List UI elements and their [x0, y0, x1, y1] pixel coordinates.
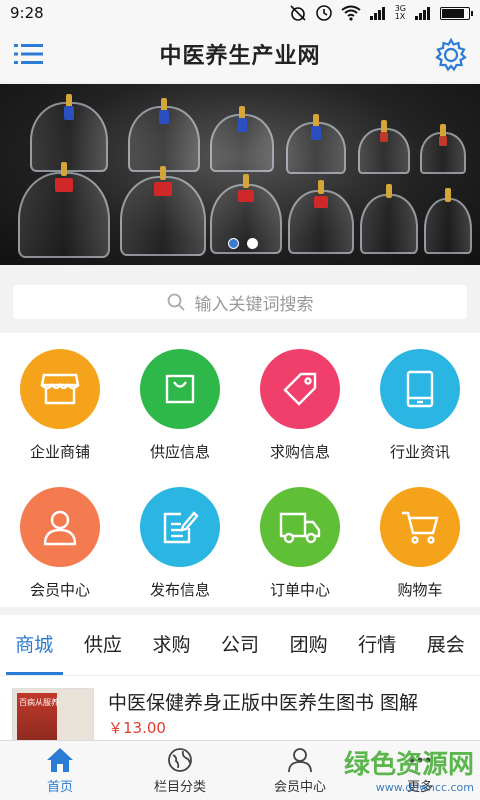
- app-header: 中医养生产业网: [0, 26, 480, 82]
- carousel-dot-active[interactable]: [228, 238, 239, 249]
- cupping-cup-image: [358, 120, 410, 174]
- alarm-off-icon: [290, 5, 306, 21]
- list-item[interactable]: 百病从服养 中医保健养身正版中医养生图书 图解 ￥13.00: [0, 675, 480, 741]
- user-icon: [288, 747, 312, 772]
- search-placeholder: 输入关键词搜索: [194, 294, 314, 315]
- tag-icon: [283, 372, 317, 406]
- search-section: 输入关键词搜索: [0, 267, 480, 333]
- category-icon: [168, 747, 192, 772]
- cupping-cup-image: [120, 166, 206, 256]
- grid-item-enterprise-shop[interactable]: 企业商铺: [0, 349, 120, 462]
- tablet-icon: [406, 370, 434, 408]
- cupping-cup-image: [18, 162, 110, 258]
- page-title: 中医养生产业网: [159, 44, 321, 69]
- battery-icon: [440, 6, 473, 20]
- signal-icon: [369, 7, 385, 20]
- category-grid: 企业商铺 供应信息 求购信息 行业资讯 会员中心 发布信息 订单中心 购物车: [0, 333, 480, 607]
- wifi-icon: [341, 5, 361, 21]
- grid-item-cart[interactable]: 购物车: [360, 487, 480, 600]
- bottom-nav-category[interactable]: 栏目分类: [120, 741, 240, 800]
- grid-item-orders[interactable]: 订单中心: [240, 487, 360, 600]
- category-tabs: 商城 供应 求购 公司 团购 行情 展会: [0, 615, 480, 675]
- store-icon: [40, 373, 80, 405]
- grid-item-member-center[interactable]: 会员中心: [0, 487, 120, 600]
- tab-company[interactable]: 公司: [206, 615, 275, 675]
- gear-icon: [435, 38, 467, 72]
- search-icon: [167, 293, 185, 311]
- cupping-cup-image: [360, 184, 418, 254]
- tab-purchase[interactable]: 求购: [137, 615, 206, 675]
- clock-icon: [315, 5, 332, 21]
- product-name: 中医保健养身正版中医养生图书 图解: [108, 692, 419, 714]
- tab-mall[interactable]: 商城: [0, 615, 69, 675]
- cupping-cup-image: [210, 106, 274, 172]
- user-icon: [43, 510, 77, 546]
- cupping-cup-image: [424, 188, 472, 254]
- status-time: 9:28: [10, 4, 44, 22]
- truck-icon: [279, 512, 321, 544]
- product-price: ￥13.00: [108, 719, 166, 737]
- grid-item-supply[interactable]: 供应信息: [120, 349, 240, 462]
- bottom-nav-home[interactable]: 首页: [0, 741, 120, 800]
- tab-group-buy[interactable]: 团购: [274, 615, 343, 675]
- menu-button[interactable]: [14, 40, 44, 68]
- menu-icon: [14, 44, 43, 64]
- grid-item-publish[interactable]: 发布信息: [120, 487, 240, 600]
- home-icon: [47, 747, 73, 772]
- cupping-cup-image: [420, 124, 466, 174]
- carousel-indicator[interactable]: [228, 238, 258, 249]
- product-thumbnail: 百病从服养: [12, 688, 94, 741]
- settings-button[interactable]: [434, 38, 468, 72]
- edit-icon: [163, 511, 199, 544]
- watermark: 绿色资源网 www.downcc.com: [343, 750, 474, 794]
- tab-market[interactable]: 行情: [343, 615, 412, 675]
- tab-expo[interactable]: 展会: [411, 615, 480, 675]
- search-input[interactable]: 输入关键词搜索: [13, 285, 467, 319]
- grid-item-industry-news[interactable]: 行业资讯: [360, 349, 480, 462]
- cupping-cup-image: [128, 98, 200, 172]
- grid-item-purchase[interactable]: 求购信息: [240, 349, 360, 462]
- cart-icon: [402, 511, 439, 544]
- shopping-bag-icon: [165, 374, 195, 404]
- cupping-cup-image: [286, 114, 346, 174]
- cupping-cup-image: [288, 180, 354, 254]
- cupping-cup-image: [30, 94, 108, 172]
- tab-supply[interactable]: 供应: [69, 615, 138, 675]
- carousel-dot[interactable]: [247, 238, 258, 249]
- network-type: 3G 1X: [394, 4, 406, 21]
- status-bar: 9:28 3G 1X: [0, 0, 480, 26]
- signal-icon-2: [415, 7, 430, 20]
- product-thumbnail-text: 百病从服养: [19, 698, 59, 707]
